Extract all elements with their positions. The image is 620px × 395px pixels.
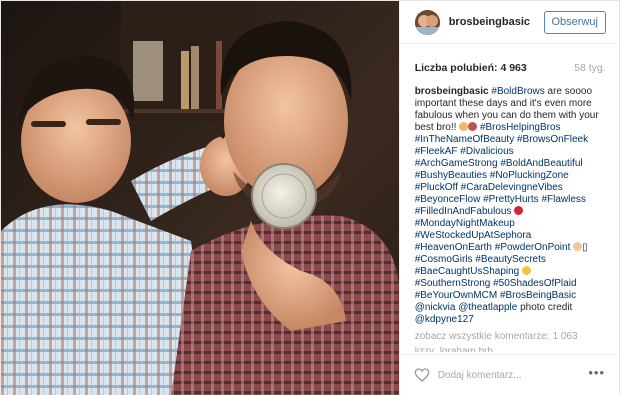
hashtag-link[interactable]: #BrosBeingBasic	[500, 290, 576, 301]
hashtag-link[interactable]: @theatlapple	[458, 302, 517, 313]
avatar-image	[414, 10, 440, 35]
hashtag-link[interactable]: @kdpyne127	[415, 314, 474, 325]
hashtag-link[interactable]: #FilledInAndFabulous	[415, 206, 512, 217]
hashtag-link[interactable]: #CosmoGirls	[415, 254, 473, 265]
post-side-panel: brosbeingbasic Obserwuj Liczba polubień:…	[398, 1, 620, 395]
hashtag-link[interactable]: #NoPluckingZone	[490, 170, 569, 181]
hashtag-link[interactable]: #50ShadesOfPlaid	[493, 278, 576, 289]
ok-hand-emoji	[573, 242, 583, 251]
hashtag-link[interactable]: #BeYourOwnMCM	[415, 290, 497, 301]
hashtag-link[interactable]: #ArchGameStrong	[415, 158, 498, 169]
face-emoji	[459, 122, 469, 131]
comment-preview: lizzy_lgraham brb	[415, 347, 493, 352]
more-options-icon[interactable]: •••	[586, 365, 608, 380]
smile-emoji	[522, 266, 532, 275]
view-all-comments-link[interactable]: zobacz wszystkie komentarze: 1 063	[415, 331, 578, 342]
hashtag-link[interactable]: #MondayNightMakeup	[415, 218, 515, 229]
caption-body: #BoldBrows are soooo important these day…	[415, 86, 599, 325]
hashtag-link[interactable]: #BeautySecrets	[475, 254, 546, 265]
post-photo[interactable]	[1, 1, 399, 395]
instagram-post: brosbeingbasic Obserwuj Liczba polubień:…	[0, 0, 620, 395]
hashtag-link[interactable]: #PrettyHurts	[483, 194, 539, 205]
hashtag-link[interactable]: #CaraDelevingneVibes	[461, 182, 563, 193]
hashtag-link[interactable]: #BeyonceFlow	[415, 194, 481, 205]
post-time[interactable]: 58 tyg.	[574, 62, 606, 74]
hashtag-link[interactable]: #SouthernStrong	[415, 278, 491, 289]
hashtag-link[interactable]: #BoldBrows	[491, 86, 544, 97]
heart-icon[interactable]	[414, 367, 430, 383]
add-comment-input[interactable]	[437, 367, 568, 383]
likes-count[interactable]: Liczba polubień: 4 963	[415, 62, 527, 74]
likes-row: Liczba polubień: 4 963 58 tyg.	[415, 62, 606, 76]
hashtag-link[interactable]: #BushyBeauties	[415, 170, 487, 181]
hashtag-link[interactable]: #PluckOff	[415, 182, 458, 193]
post-image	[1, 1, 399, 395]
hashtag-link[interactable]: #BoldAndBeautiful	[500, 158, 582, 169]
hashtag-link[interactable]: #BrowsOnFleek	[517, 134, 588, 145]
hashtag-link[interactable]: #PowderOnPoint	[495, 242, 571, 253]
hashtag-link[interactable]: #BaeCaughtUsShaping	[415, 266, 520, 277]
dancer-emoji	[514, 206, 524, 215]
post-caption: brosbeingbasic #BoldBrows are soooo impo…	[415, 86, 606, 326]
hashtag-link[interactable]: #HeavenOnEarth	[415, 242, 492, 253]
hashtag-link[interactable]: #FleekAF	[415, 146, 458, 157]
profile-avatar[interactable]	[414, 10, 440, 35]
couple-emoji	[468, 122, 478, 131]
hashtag-link[interactable]: #Flawless	[541, 194, 585, 205]
caption-author[interactable]: brosbeingbasic	[415, 86, 489, 97]
follow-button[interactable]: Obserwuj	[543, 11, 606, 34]
hashtag-link[interactable]: @nickvia	[415, 302, 456, 313]
post-header: brosbeingbasic Obserwuj	[399, 1, 620, 44]
caption-text: photo credit	[517, 302, 573, 313]
post-footer: •••	[399, 354, 620, 395]
caption-text: ▯	[582, 242, 588, 253]
hashtag-link[interactable]: #BrosHelpingBros	[480, 122, 561, 133]
username-link[interactable]: brosbeingbasic	[449, 16, 530, 28]
hashtag-link[interactable]: #WeStockedUpAtSephora	[415, 230, 532, 241]
hashtag-link[interactable]: #Divalicious	[460, 146, 513, 157]
hashtag-link[interactable]: #InTheNameOfBeauty	[415, 134, 515, 145]
